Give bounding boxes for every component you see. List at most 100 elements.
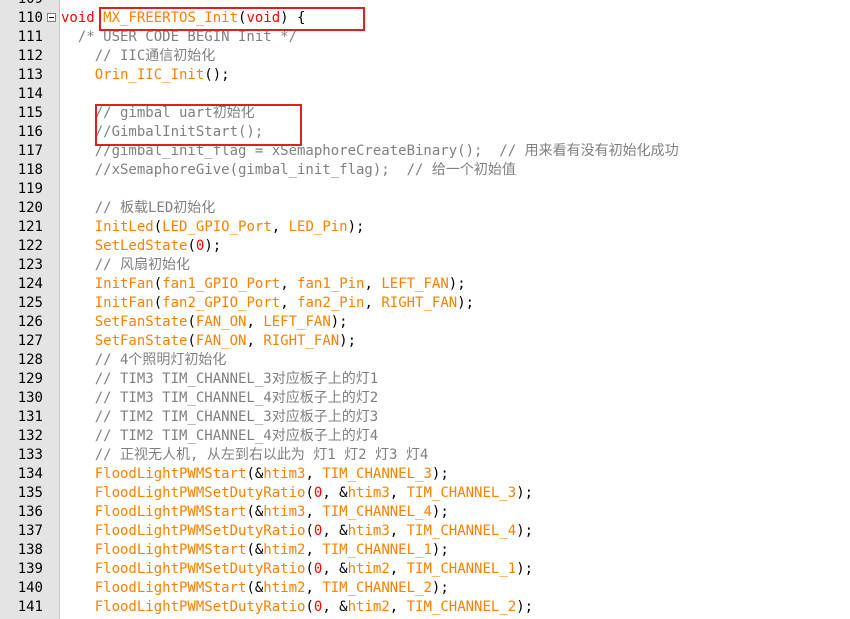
punctuation-token: , — [305, 466, 323, 482]
function-token: FloodLightPWMSetDutyRatio — [94, 523, 306, 539]
fold-toggle-icon[interactable] — [47, 13, 56, 22]
punctuation-token: ); — [204, 238, 222, 254]
code-line[interactable]: // TIM2 TIM_CHANNEL_4对应板子上的灯4 — [61, 427, 378, 446]
code-line[interactable]: FloodLightPWMStart(&htim2, TIM_CHANNEL_2… — [61, 579, 449, 598]
punctuation-token — [61, 314, 95, 330]
code-line[interactable]: // 风扇初始化 — [61, 256, 190, 275]
code-line[interactable]: // TIM3 TIM_CHANNEL_4对应板子上的灯2 — [61, 389, 378, 408]
line-number: 138 — [17, 542, 43, 558]
code-line[interactable]: FloodLightPWMStart(&htim2, TIM_CHANNEL_1… — [61, 541, 449, 560]
identifier-token: LEFT_FAN — [381, 276, 449, 292]
comment-token: // TIM3 TIM_CHANNEL_4对应板子上的灯2 — [61, 390, 379, 406]
line-number: 111 — [17, 29, 43, 45]
line-number: 122 — [17, 238, 43, 254]
punctuation-token: ( — [153, 295, 163, 311]
code-line[interactable]: //xSemaphoreGive(gimbal_init_flag); // 给… — [61, 161, 516, 180]
punctuation-token — [61, 504, 95, 520]
line-number: 120 — [17, 200, 43, 216]
punctuation-token: , — [271, 219, 289, 235]
code-line[interactable]: FloodLightPWMSetDutyRatio(0, &htim3, TIM… — [61, 522, 533, 541]
punctuation-token: ); — [516, 523, 534, 539]
function-token: SetFanState — [94, 314, 188, 330]
punctuation-token: ); — [347, 219, 365, 235]
function-token: InitLed — [94, 219, 154, 235]
identifier-token: TIM_CHANNEL_3 — [322, 466, 432, 482]
punctuation-token: , — [389, 599, 407, 615]
function-token: Orin_IIC_Init — [94, 67, 205, 83]
identifier-token: FAN_ON — [195, 333, 247, 349]
code-line[interactable]: SetFanState(FAN_ON, RIGHT_FAN); — [61, 332, 356, 351]
code-line[interactable] — [61, 180, 95, 199]
punctuation-token — [61, 599, 95, 615]
punctuation-token: ); — [431, 580, 449, 596]
identifier-token: htim2 — [263, 542, 306, 558]
punctuation-token: , & — [322, 523, 348, 539]
highlight-box-gimbal-init — [95, 104, 302, 146]
identifier-token: htim2 — [263, 580, 306, 596]
gutter-divider — [59, 0, 60, 619]
punctuation-token: , — [389, 561, 407, 577]
code-line[interactable]: SetFanState(FAN_ON, LEFT_FAN); — [61, 313, 348, 332]
code-editor[interactable]: 109 110 111 112 113 114 115 116 117 118 119 120 121… — [0, 0, 850, 619]
line-number: 141 — [17, 599, 43, 615]
identifier-token: LEFT_FAN — [263, 314, 331, 330]
code-line[interactable]: // TIM3 TIM_CHANNEL_3对应板子上的灯1 — [61, 370, 378, 389]
identifier-token: fan1_GPIO_Port — [162, 276, 281, 292]
line-number: 109 — [0, 0, 43, 9]
code-line[interactable]: FloodLightPWMStart(&htim3, TIM_CHANNEL_3… — [61, 465, 449, 484]
code-line[interactable]: InitFan(fan2_GPIO_Port, fan2_Pin, RIGHT_… — [61, 294, 474, 313]
punctuation-token — [61, 219, 95, 235]
comment-token: //xSemaphoreGive(gimbal_init_flag); // 给… — [61, 162, 516, 178]
line-number: 114 — [17, 86, 43, 102]
code-line[interactable]: FloodLightPWMSetDutyRatio(0, &htim3, TIM… — [61, 484, 533, 503]
code-line[interactable]: SetLedState(0); — [61, 237, 221, 256]
code-line[interactable]: Orin_IIC_Init(); — [61, 66, 230, 85]
function-token: SetFanState — [94, 333, 188, 349]
line-number-gutter: 109 110 111 112 113 114 115 116 117 118 119 120 121… — [0, 0, 59, 619]
comment-token: /* USER CODE BEGIN Init */ — [61, 29, 298, 45]
code-line[interactable]: // 4个照明灯初始化 — [61, 351, 227, 370]
identifier-token: TIM_CHANNEL_1 — [406, 561, 517, 577]
code-line[interactable]: // IIC通信初始化 — [61, 47, 216, 66]
punctuation-token — [61, 181, 95, 197]
punctuation-token: (& — [246, 504, 264, 520]
line-number: 116 — [17, 124, 43, 140]
line-number: 119 — [17, 181, 43, 197]
line-number: 113 — [17, 67, 43, 83]
line-number: 137 — [17, 523, 43, 539]
line-number: 128 — [17, 352, 43, 368]
punctuation-token: ( — [305, 599, 314, 615]
function-token: FloodLightPWMStart — [94, 504, 247, 520]
punctuation-token — [61, 561, 95, 577]
line-number: 118 — [17, 162, 43, 178]
code-line[interactable]: FloodLightPWMStart(&htim3, TIM_CHANNEL_4… — [61, 503, 449, 522]
identifier-token: htim3 — [347, 485, 390, 501]
line-number: 134 — [17, 466, 43, 482]
line-number: 117 — [17, 143, 43, 159]
code-line[interactable] — [61, 85, 95, 104]
code-line[interactable]: // 板载LED初始化 — [61, 199, 216, 218]
code-line[interactable]: FloodLightPWMSetDutyRatio(0, &htim2, TIM… — [61, 598, 533, 617]
punctuation-token — [61, 523, 95, 539]
line-number: 136 — [17, 504, 43, 520]
code-line[interactable]: InitFan(fan1_GPIO_Port, fan1_Pin, LEFT_F… — [61, 275, 466, 294]
punctuation-token — [61, 542, 95, 558]
identifier-token: RIGHT_FAN — [263, 333, 340, 349]
identifier-token: htim2 — [347, 599, 390, 615]
identifier-token: TIM_CHANNEL_3 — [406, 485, 517, 501]
code-line[interactable]: // TIM2 TIM_CHANNEL_3对应板子上的灯3 — [61, 408, 378, 427]
punctuation-token: ( — [153, 219, 163, 235]
code-line[interactable]: InitLed(LED_GPIO_Port, LED_Pin); — [61, 218, 365, 237]
code-line[interactable]: // 正视无人机, 从左到右以此为 灯1 灯2 灯3 灯4 — [61, 446, 429, 465]
function-token: FloodLightPWMStart — [94, 466, 247, 482]
punctuation-token: ); — [457, 295, 475, 311]
identifier-token: TIM_CHANNEL_4 — [406, 523, 517, 539]
punctuation-token: ); — [431, 542, 449, 558]
line-number: 140 — [17, 580, 43, 596]
punctuation-token: (& — [246, 466, 264, 482]
punctuation-token: ); — [516, 485, 534, 501]
identifier-token: fan2_Pin — [297, 295, 365, 311]
identifier-token: LED_GPIO_Port — [162, 219, 272, 235]
code-line[interactable]: FloodLightPWMSetDutyRatio(0, &htim2, TIM… — [61, 560, 533, 579]
punctuation-token: , — [280, 295, 298, 311]
